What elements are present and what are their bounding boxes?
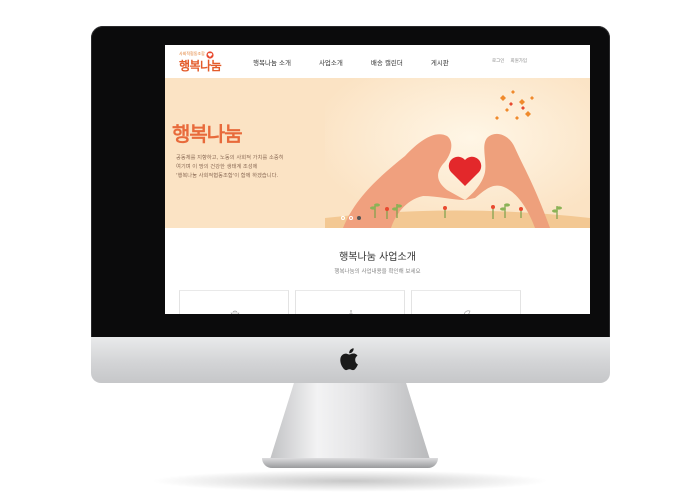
- login-link[interactable]: 로그인: [492, 58, 504, 64]
- nav-item-delivery-calendar[interactable]: 배송 캘린더: [371, 57, 403, 67]
- section-title: 행복나눔 사업소개: [339, 252, 416, 263]
- monitor-shadow: [150, 470, 550, 492]
- heart-hands-icon: [325, 78, 590, 228]
- slider-dots: [341, 216, 365, 220]
- util-links: 로그인 회원가입: [486, 58, 527, 64]
- nav-item-business[interactable]: 사업소개: [319, 57, 343, 67]
- hero-title: 행복나눔: [172, 122, 243, 146]
- hero-desc-line: 여기며 이 땅의 건강한 생태계 조성에: [176, 164, 258, 170]
- monitor-stand: [268, 382, 432, 466]
- site-logo[interactable]: 사회적협동조합 행복나눔: [179, 51, 222, 77]
- hero-banner: 행복나눔 공동체를 지향하고, 노동의 사회적 가치를 소중히 여기며 이 땅의…: [165, 78, 590, 228]
- slider-dot-active[interactable]: [357, 216, 361, 220]
- monitor-stand-base: [262, 458, 438, 468]
- section-subtitle: 행복나눔의 사업내용을 확인해 보세요: [334, 269, 421, 275]
- site-header: 사회적협동조합 행복나눔 행복나눔 소개 사업소개 배송 캘린더 게시판 로그인…: [165, 45, 590, 78]
- hero-desc-line: '행복나눔 사회적협동조합'이 함께 하겠습니다.: [176, 173, 279, 179]
- business-card[interactable]: [295, 290, 405, 314]
- signup-link[interactable]: 회원가입: [510, 58, 527, 64]
- slider-dot[interactable]: [349, 216, 353, 220]
- slider-dot[interactable]: [341, 216, 345, 220]
- logo-name: 행복나눔: [179, 59, 222, 73]
- leaf-icon: [463, 310, 471, 314]
- nav-item-board[interactable]: 게시판: [431, 57, 449, 67]
- hero-desc-line: 공동체를 지향하고, 노동의 사회적 가치를 소중히: [176, 155, 284, 161]
- apple-icon: [340, 348, 358, 371]
- business-cards: [179, 290, 521, 314]
- bowl-icon: [230, 310, 240, 314]
- delivery-icon: [349, 310, 353, 314]
- screen: 사회적협동조합 행복나눔 행복나눔 소개 사업소개 배송 캘린더 게시판 로그인…: [165, 45, 590, 314]
- hero-description: 공동체를 지향하고, 노동의 사회적 가치를 소중히 여기며 이 땅의 건강한 …: [176, 154, 284, 181]
- business-card[interactable]: [411, 290, 521, 314]
- nav-item-about[interactable]: 행복나눔 소개: [253, 57, 291, 67]
- main-nav: 행복나눔 소개 사업소개 배송 캘린더 게시판: [253, 57, 477, 67]
- business-card[interactable]: [179, 290, 289, 314]
